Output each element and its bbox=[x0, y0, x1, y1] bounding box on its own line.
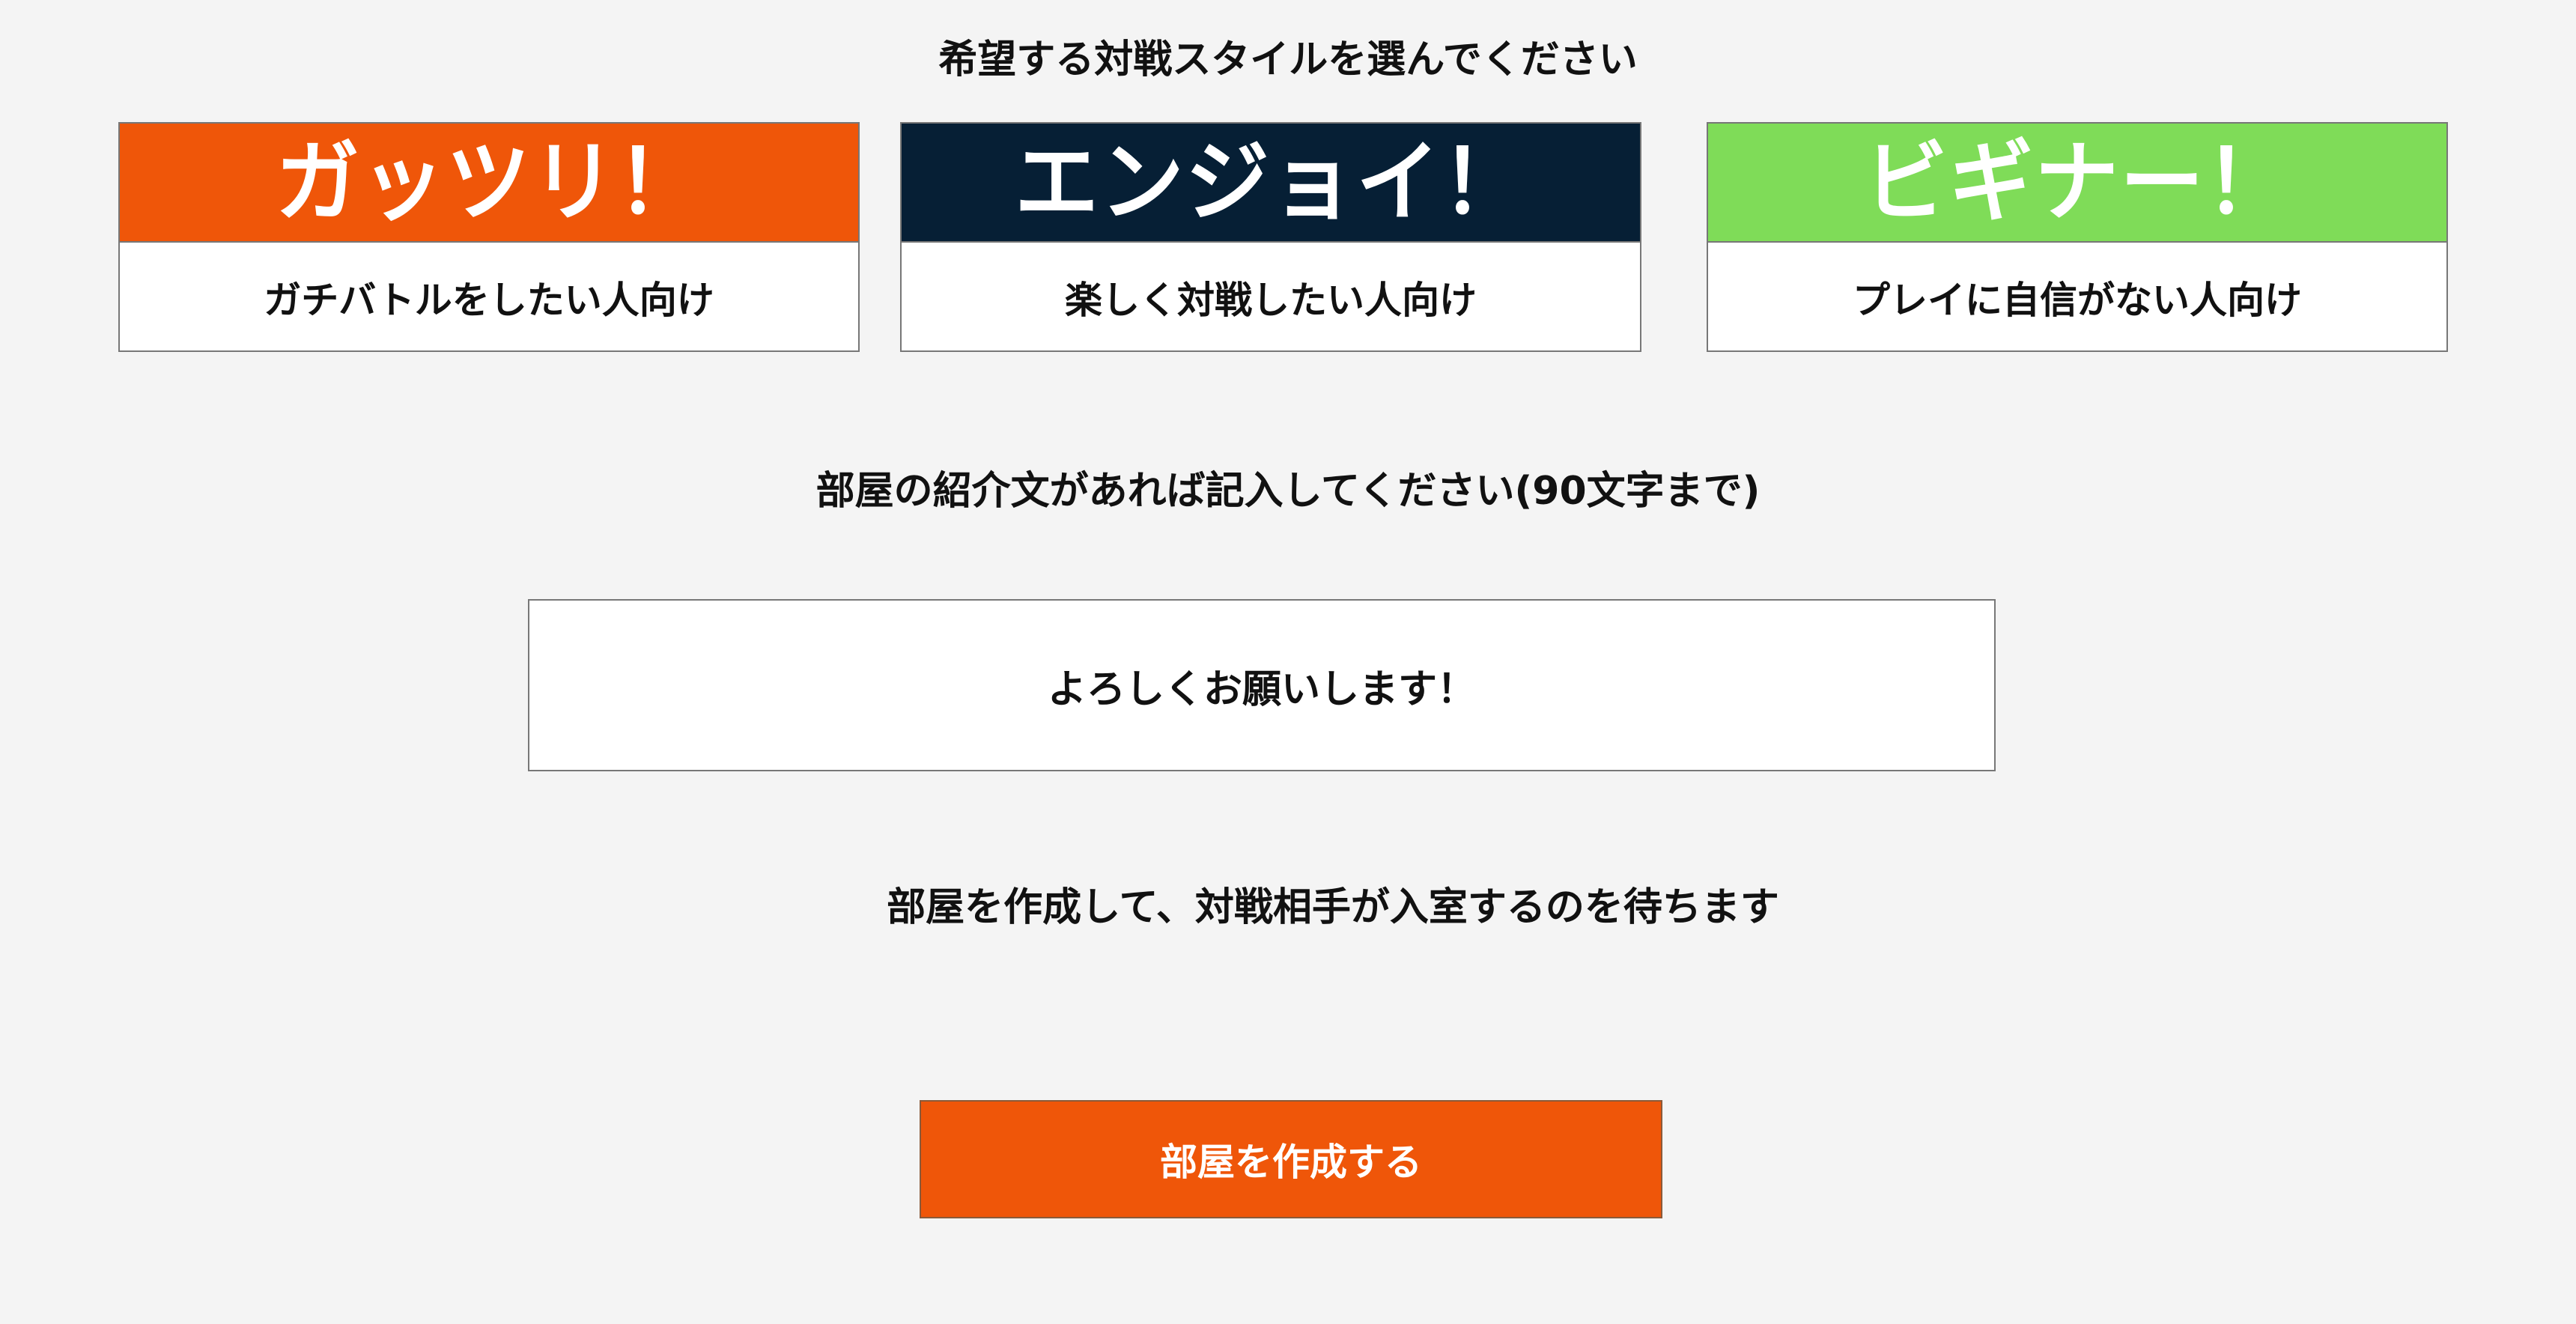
intro-text-field[interactable]: よろしくお願いします！ bbox=[528, 599, 1996, 771]
gattsuri-title: ガッツリ！ bbox=[276, 131, 702, 234]
beginner-banner: ビギナー！ bbox=[1708, 124, 2446, 243]
beginner-title: ビギナー！ bbox=[1864, 131, 2291, 234]
enjoy-description: 楽しく対戦したい人向け bbox=[1065, 279, 1477, 322]
intro-text-value: よろしくお願いします！ bbox=[1047, 666, 1476, 712]
style-heading: 希望する対戦スタイルを選んでください bbox=[938, 37, 1638, 82]
style-option-beginner[interactable]: ビギナー！ プレイに自信がない人向け bbox=[1707, 122, 2448, 352]
style-option-enjoy[interactable]: エンジョイ！ 楽しく対戦したい人向け bbox=[900, 122, 1641, 352]
enjoy-title: エンジョイ！ bbox=[1015, 131, 1527, 234]
create-heading: 部屋を作成して、対戦相手が入室するのを待ちます bbox=[887, 885, 1779, 930]
enjoy-banner: エンジョイ！ bbox=[902, 124, 1640, 243]
beginner-description: プレイに自信がない人向け bbox=[1853, 279, 2302, 322]
gattsuri-banner: ガッツリ！ bbox=[120, 124, 858, 243]
create-room-button-label: 部屋を作成する bbox=[1160, 1141, 1422, 1184]
create-room-button[interactable]: 部屋を作成する bbox=[920, 1100, 1662, 1218]
intro-heading: 部屋の紹介文があれば記入してください(90文字まで) bbox=[815, 469, 1761, 514]
gattsuri-description: ガチバトルをしたい人向け bbox=[264, 279, 714, 322]
style-option-gattsuri[interactable]: ガッツリ！ ガチバトルをしたい人向け bbox=[118, 122, 860, 352]
